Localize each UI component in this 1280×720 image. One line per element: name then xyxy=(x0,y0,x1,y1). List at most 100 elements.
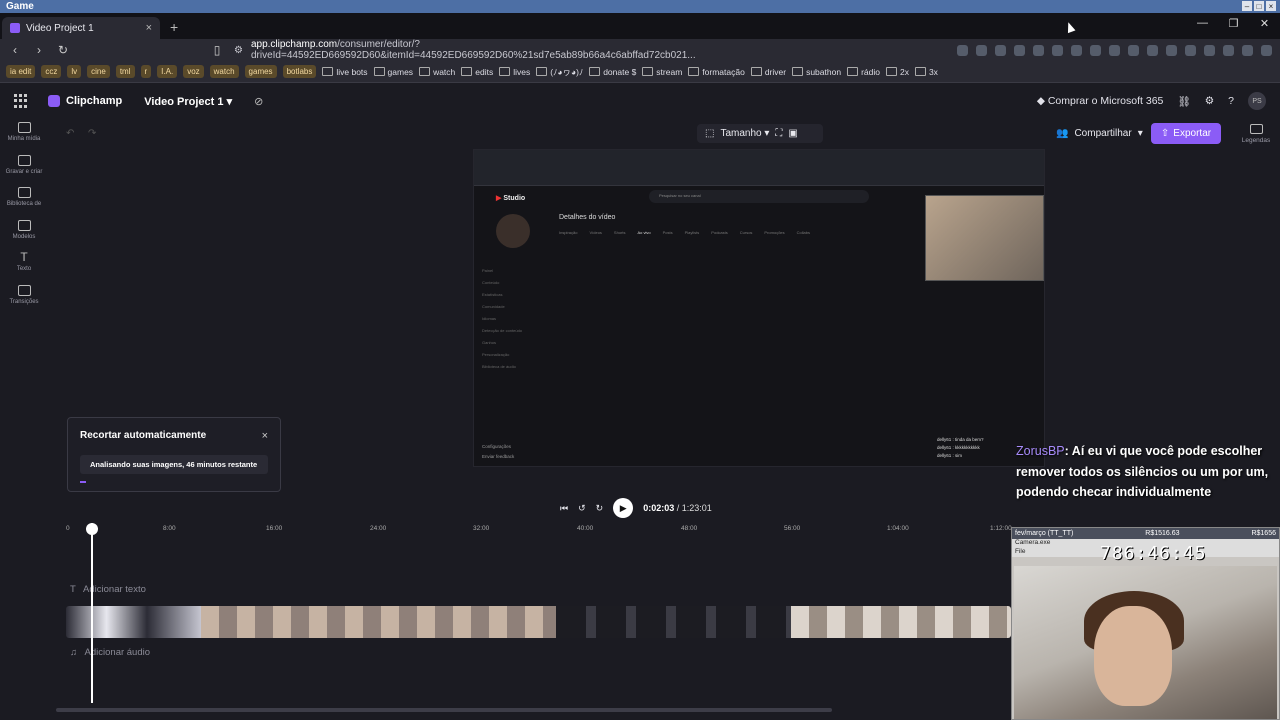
playhead[interactable] xyxy=(86,523,98,703)
bookmark-folder[interactable]: live bots xyxy=(322,67,367,77)
settings-icon[interactable]: ⚙ xyxy=(1205,95,1214,107)
extension-icon[interactable] xyxy=(1052,44,1063,56)
video-preview[interactable]: Studio Pesquisar no seu canal Detalhes d… xyxy=(473,149,1045,467)
extension-icon[interactable] xyxy=(1223,44,1234,56)
extension-icon[interactable] xyxy=(1128,44,1139,56)
timeline-scrollbar[interactable] xyxy=(56,708,832,712)
buy-microsoft-365-button[interactable]: ◆ Comprar o Microsoft 365 xyxy=(1037,95,1164,107)
os-close-icon[interactable]: × xyxy=(1266,1,1276,11)
sidebar-item-my-media[interactable]: Minha mídia xyxy=(1,122,47,143)
sidebar-item-text[interactable]: T Texto xyxy=(1,251,47,273)
bookmark-chip[interactable]: I.A. xyxy=(157,65,178,78)
sidebar-toggle-icon[interactable] xyxy=(1166,44,1177,56)
video-clip-thumbnail[interactable] xyxy=(66,606,201,638)
bookmark-chip[interactable]: lv xyxy=(67,65,82,78)
chat-username: ZorusBP xyxy=(1016,444,1065,458)
project-name-dropdown[interactable]: Video Project 1 ▾ xyxy=(144,95,232,108)
bookmark-folder[interactable]: 2x xyxy=(886,67,909,77)
share-button[interactable]: 👥 Compartilhar ▾ xyxy=(1048,124,1151,143)
bookmark-chip[interactable]: cine xyxy=(87,65,110,78)
menu-icon[interactable] xyxy=(1261,44,1272,56)
browser-tab[interactable]: Video Project 1 × xyxy=(2,17,160,39)
browser-restore-icon[interactable]: ❐ xyxy=(1218,13,1249,33)
add-audio-track[interactable]: ♫ Adicionar áudio xyxy=(70,647,150,658)
translate-icon[interactable] xyxy=(957,44,968,56)
browser-minimize-icon[interactable]: — xyxy=(1187,13,1218,33)
bookmark-chip[interactable]: watch xyxy=(209,65,239,78)
add-text-track[interactable]: T Adicionar texto xyxy=(70,584,146,595)
video-clip-thumbnail[interactable] xyxy=(791,606,1011,638)
extension-icon[interactable] xyxy=(1090,44,1101,56)
crop-icon[interactable]: ⛶ xyxy=(775,128,782,139)
close-icon[interactable]: × xyxy=(262,430,268,442)
extension-icon[interactable] xyxy=(1014,44,1025,56)
new-tab-icon[interactable]: + xyxy=(170,19,178,35)
bookmark-chip[interactable]: games xyxy=(244,65,277,78)
bookmark-chip[interactable]: tml xyxy=(115,65,135,78)
music-icon[interactable] xyxy=(1147,44,1158,56)
extension-icon[interactable] xyxy=(1242,44,1253,56)
bookmark-folder[interactable]: 3x xyxy=(915,67,938,77)
autocut-progress-bar xyxy=(80,481,86,483)
link-icon[interactable]: ⛓ xyxy=(1177,95,1190,108)
bookmark-folder[interactable]: lives xyxy=(499,67,530,77)
timeline-ruler[interactable]: 0 8:00 16:00 24:00 32:00 40:00 48:00 56:… xyxy=(56,520,1012,538)
bookmark-chip[interactable]: ia edit xyxy=(6,65,36,78)
help-icon[interactable]: ? xyxy=(1228,95,1234,107)
sidebar-item-record[interactable]: Gravar e criar xyxy=(1,154,47,176)
app-launcher-icon[interactable] xyxy=(14,94,28,108)
url-field[interactable]: ⚙ app.clipchamp.com/consumer/editor/?dri… xyxy=(234,39,819,61)
extension-icon[interactable] xyxy=(995,44,1006,56)
undo-icon[interactable]: ↶ xyxy=(66,128,74,139)
os-minimize-icon[interactable]: – xyxy=(1242,1,1252,11)
bookmark-folder[interactable]: edits xyxy=(461,67,493,77)
bookmark-chip[interactable]: voz xyxy=(183,65,204,78)
forward-icon[interactable]: › xyxy=(32,43,46,57)
extension-icon[interactable] xyxy=(1109,44,1120,56)
play-button[interactable]: ▶ xyxy=(613,498,634,518)
os-maximize-icon[interactable]: □ xyxy=(1254,1,1264,11)
timeline[interactable]: 0 8:00 16:00 24:00 32:00 40:00 48:00 56:… xyxy=(56,520,1012,720)
rewind-5s-icon[interactable]: ↺ xyxy=(578,503,586,514)
back-icon[interactable]: ‹ xyxy=(8,43,22,57)
export-button[interactable]: ⇧ Exportar xyxy=(1151,123,1221,144)
extension-icon[interactable] xyxy=(1185,44,1196,56)
forward-5s-icon[interactable]: ↻ xyxy=(596,503,604,514)
site-info-icon[interactable]: ⚙ xyxy=(234,45,243,56)
bookmark-chip[interactable]: r xyxy=(140,65,152,78)
size-dropdown[interactable]: Tamanho ▾ xyxy=(720,128,769,139)
video-clip-track[interactable] xyxy=(66,606,1011,638)
extension-icon[interactable] xyxy=(1033,44,1044,56)
bookmark-folder[interactable]: driver xyxy=(751,67,786,77)
sidebar-item-templates[interactable]: Modelos xyxy=(1,219,47,241)
fit-icon[interactable]: ▣ xyxy=(788,128,797,139)
bookmark-icon[interactable]: ▯ xyxy=(210,43,224,57)
upload-icon: ⇧ xyxy=(1160,128,1170,139)
bookmark-chip[interactable]: botlabs xyxy=(282,65,317,78)
sidebar-item-library[interactable]: Biblioteca de xyxy=(1,187,47,208)
preview-tab: Shorts xyxy=(613,230,626,235)
skip-back-icon[interactable]: ⏮ xyxy=(560,503,568,514)
bookmark-folder[interactable]: formatação xyxy=(688,67,745,77)
bookmark-folder[interactable]: donate $ xyxy=(589,67,636,77)
bookmark-folder[interactable]: games xyxy=(374,67,414,77)
share-page-icon[interactable] xyxy=(976,44,987,56)
cloud-sync-off-icon[interactable]: ⊘ xyxy=(254,95,263,108)
avatar[interactable]: PS xyxy=(1248,92,1266,110)
extension-icon[interactable] xyxy=(1204,44,1215,56)
bookmark-folder[interactable]: stream xyxy=(642,67,682,77)
bookmark-folder[interactable]: watch xyxy=(419,67,455,77)
extension-icon[interactable] xyxy=(1071,44,1082,56)
bookmark-folder[interactable]: rádio xyxy=(847,67,880,77)
tab-close-icon[interactable]: × xyxy=(146,22,152,34)
video-clip-thumbnail[interactable] xyxy=(556,606,791,638)
redo-icon[interactable]: ↷ xyxy=(88,128,96,139)
bookmark-chip[interactable]: ccz xyxy=(41,65,62,78)
sidebar-item-transitions[interactable]: Transições xyxy=(1,284,47,306)
bookmark-folder[interactable]: (ﾉ◕ヮ◕)ﾉ xyxy=(536,66,583,78)
video-clip-thumbnail[interactable] xyxy=(201,606,556,638)
reload-icon[interactable]: ↻ xyxy=(56,43,70,57)
browser-close-icon[interactable]: ✕ xyxy=(1249,13,1280,33)
captions-panel-button[interactable]: Legendas xyxy=(1236,124,1276,144)
bookmark-folder[interactable]: subathon xyxy=(792,67,841,77)
